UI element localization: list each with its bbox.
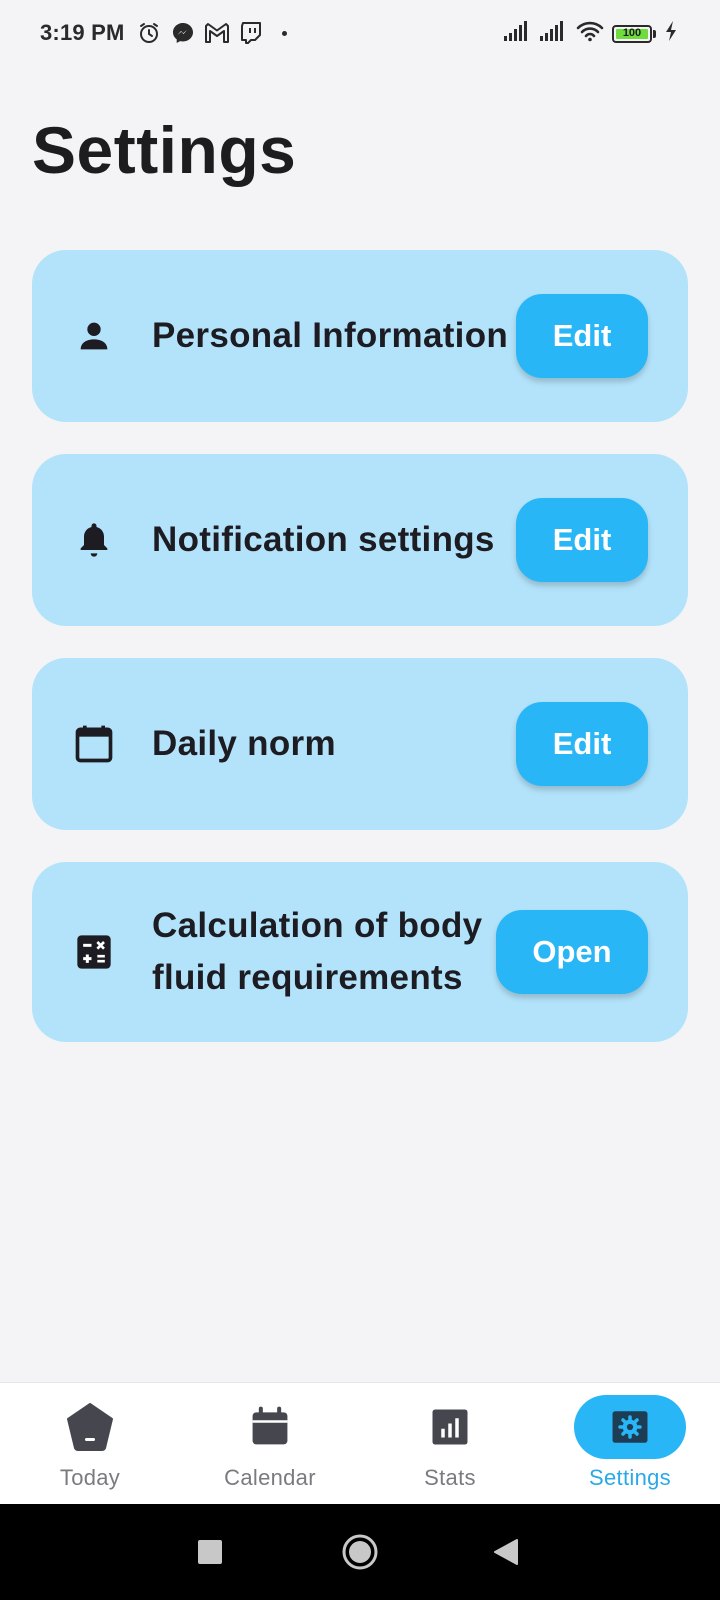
nav-label: Stats <box>424 1465 476 1490</box>
cell-signal-icon <box>540 20 568 47</box>
settings-card-body-fluid-calculation: Calculation of body fluid requirements O… <box>32 862 688 1042</box>
cell-signal-icon <box>504 20 532 47</box>
messenger-icon <box>170 20 196 46</box>
card-label: Calculation of body fluid requirements <box>152 906 483 997</box>
open-body-fluid-calculation-button[interactable]: Open <box>496 910 648 994</box>
status-system-icons: 100 <box>504 20 678 47</box>
today-icon <box>34 1395 146 1459</box>
person-icon <box>72 314 116 358</box>
gear-icon <box>574 1395 686 1459</box>
calculator-icon <box>72 930 116 974</box>
status-time: 3:19 PM <box>40 20 125 45</box>
settings-card-daily-norm: Daily norm Edit <box>32 658 688 830</box>
bell-icon <box>72 518 116 562</box>
settings-list: Personal Information Edit Notification s… <box>32 250 688 1074</box>
status-notification-icons <box>136 20 287 46</box>
nav-label: Settings <box>589 1465 671 1490</box>
back-icon[interactable] <box>486 1532 526 1572</box>
nav-label: Today <box>59 1465 121 1490</box>
nav-item-stats[interactable]: Stats <box>360 1383 540 1505</box>
battery-icon: 100 <box>612 24 652 43</box>
nav-item-calendar[interactable]: Calendar <box>180 1383 360 1505</box>
card-label: Personal Information <box>152 316 509 355</box>
bottom-navigation: Today Calendar Stats Settings <box>0 1382 720 1504</box>
system-navigation-bar <box>0 1504 720 1600</box>
nav-item-today[interactable]: Today <box>0 1383 180 1505</box>
battery-nub <box>653 29 656 38</box>
nav-label: Calendar <box>224 1465 316 1490</box>
edit-personal-information-button[interactable]: Edit <box>516 294 648 378</box>
card-label: Notification settings <box>152 520 495 559</box>
edit-notification-settings-button[interactable]: Edit <box>516 498 648 582</box>
page-title: Settings <box>32 113 297 187</box>
twitch-icon <box>238 20 264 46</box>
settings-card-notification-settings: Notification settings Edit <box>32 454 688 626</box>
edit-daily-norm-button[interactable]: Edit <box>516 702 648 786</box>
alarm-icon <box>136 20 162 46</box>
gmail-icon <box>204 20 230 46</box>
home-icon[interactable] <box>340 1532 380 1572</box>
card-label: Daily norm <box>152 724 336 763</box>
nav-item-settings[interactable]: Settings <box>540 1383 720 1505</box>
stats-icon <box>394 1395 506 1459</box>
wifi-icon <box>576 20 604 47</box>
recents-icon[interactable] <box>190 1532 230 1572</box>
settings-card-personal-information: Personal Information Edit <box>32 250 688 422</box>
calendar-icon <box>214 1395 326 1459</box>
more-notifications-dot <box>282 30 287 36</box>
calendar-icon <box>72 722 116 766</box>
charging-icon <box>664 20 678 47</box>
status-bar: 3:19 PM 100 <box>0 0 720 68</box>
battery-level: 100 <box>622 27 642 39</box>
